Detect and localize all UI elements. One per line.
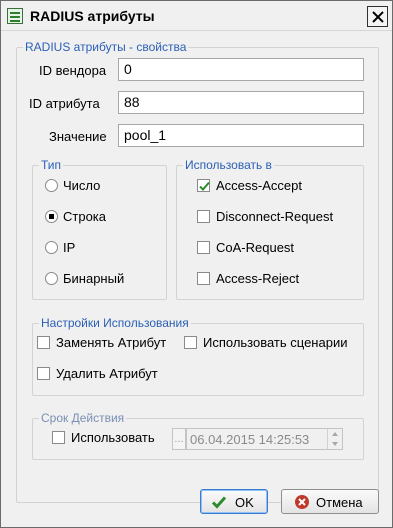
attribute-id-input[interactable]: 88 — [118, 91, 364, 114]
datetime-spin-arrows[interactable] — [327, 429, 342, 449]
checkbox-replace-attribute[interactable] — [37, 336, 50, 349]
usage-settings-legend: Настройки Использования — [39, 316, 191, 330]
ok-check-icon — [211, 496, 227, 509]
checkbox-access-reject[interactable] — [197, 272, 210, 285]
checkbox-disconnect-request-label: Disconnect-Request — [216, 209, 334, 224]
value-input[interactable]: pool_1 — [118, 124, 364, 147]
attribute-id-label: ID атрибута — [29, 96, 100, 111]
properties-legend: RADIUS атрибуты - свойства — [23, 40, 189, 54]
ok-button[interactable]: OK — [200, 489, 268, 514]
checkbox-coa-request-label: CoA-Request — [216, 240, 295, 255]
vendor-id-label: ID вендора — [39, 63, 107, 78]
checkbox-delete-attribute[interactable] — [37, 367, 50, 380]
dialog-window: RADIUS атрибуты RADIUS атрибуты - свойст… — [0, 0, 393, 528]
radio-number[interactable] — [45, 179, 58, 192]
radio-binary-label: Бинарный — [63, 271, 125, 286]
checkbox-use-validity[interactable] — [52, 431, 65, 444]
radio-ip-label: IP — [63, 240, 76, 255]
type-legend: Тип — [39, 158, 64, 172]
use-in-legend: Использовать в — [183, 158, 274, 172]
vendor-id-input[interactable]: 0 — [118, 58, 364, 81]
cancel-icon — [295, 495, 309, 509]
window-title: RADIUS атрибуты — [30, 8, 155, 24]
radio-string[interactable] — [45, 210, 58, 223]
validity-legend: Срок Действия — [39, 411, 127, 425]
datetime-value: 06.04.2015 14:25:53 — [190, 432, 310, 447]
spin-up-icon[interactable] — [328, 429, 342, 439]
usage-settings-group: Настройки Использования — [32, 316, 364, 396]
checkbox-replace-attribute-label: Заменять Атрибут — [56, 335, 167, 350]
checkbox-use-scripts-label: Использовать сценарии — [203, 335, 348, 350]
checkbox-disconnect-request[interactable] — [197, 210, 210, 223]
checkbox-use-scripts[interactable] — [184, 336, 197, 349]
close-button[interactable] — [367, 6, 388, 27]
checkbox-coa-request[interactable] — [197, 241, 210, 254]
datetime-spinbox[interactable]: 06.04.2015 14:25:53 — [186, 428, 343, 450]
date-picker-button[interactable]: ... — [172, 428, 186, 450]
spin-down-icon[interactable] — [328, 439, 342, 449]
checkbox-access-accept[interactable] — [197, 179, 210, 192]
checkbox-use-validity-label: Использовать — [71, 430, 155, 445]
radio-string-label: Строка — [63, 209, 107, 224]
title-bar[interactable]: RADIUS атрибуты — [1, 1, 392, 31]
check-mark-icon — [199, 181, 210, 191]
app-list-icon — [7, 8, 23, 24]
checkbox-delete-attribute-label: Удалить Атрибут — [56, 366, 158, 381]
radio-binary[interactable] — [45, 272, 58, 285]
checkbox-access-reject-label: Access-Reject — [216, 271, 300, 286]
value-label: Значение — [49, 129, 107, 144]
cancel-button[interactable]: Отмена — [281, 489, 379, 514]
radio-number-label: Число — [63, 178, 101, 193]
radio-ip[interactable] — [45, 241, 58, 254]
checkbox-access-accept-label: Access-Accept — [216, 178, 302, 193]
ok-button-label: OK — [235, 495, 254, 510]
cancel-button-label: Отмена — [316, 495, 363, 510]
close-icon — [372, 11, 384, 23]
